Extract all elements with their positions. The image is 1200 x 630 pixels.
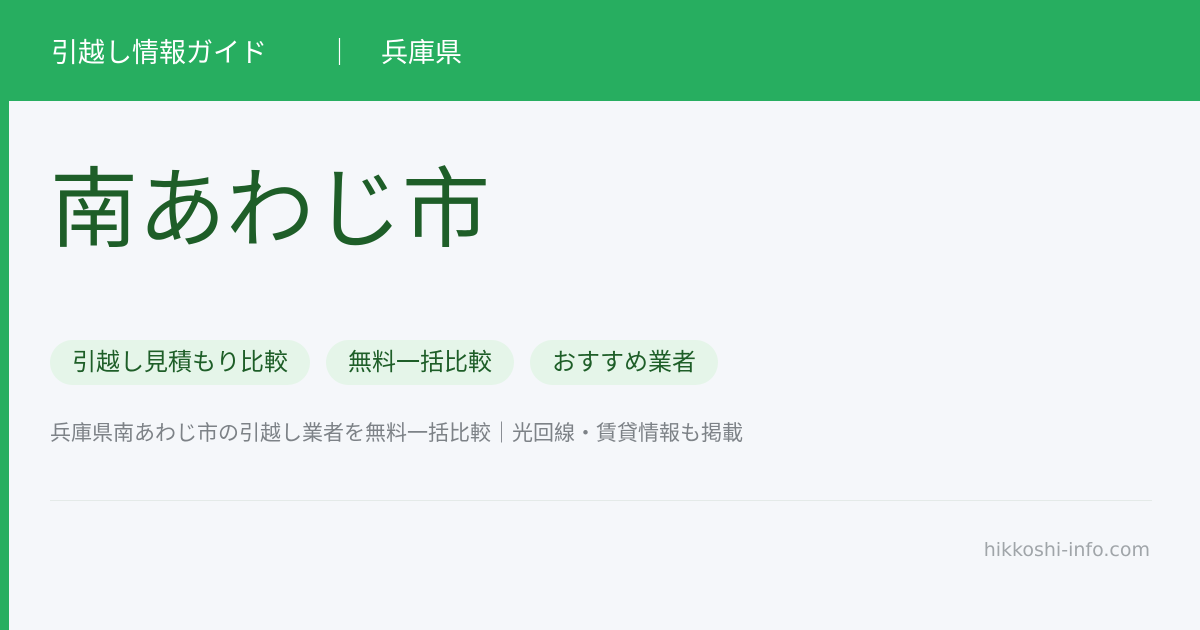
site-name: 引越し情報ガイド bbox=[51, 38, 267, 69]
tag-estimate-compare: 引越し見積もり比較 bbox=[50, 340, 310, 385]
tag-recommended-movers: おすすめ業者 bbox=[530, 340, 718, 385]
tag-free-bulk-compare: 無料一括比較 bbox=[326, 340, 514, 385]
accent-side-bar bbox=[0, 101, 9, 630]
tag-list: 引越し見積もり比較 無料一括比較 おすすめ業者 bbox=[50, 340, 718, 385]
site-domain: hikkoshi-info.com bbox=[983, 539, 1150, 561]
header-bar: 引越し情報ガイド ｜ 兵庫県 bbox=[0, 0, 1200, 101]
page-description: 兵庫県南あわじ市の引越し業者を無料一括比較｜光回線・賃貸情報も掲載 bbox=[50, 421, 743, 445]
city-title: 南あわじ市 bbox=[50, 158, 491, 261]
divider bbox=[50, 500, 1152, 501]
prefecture-label: 兵庫県 bbox=[381, 38, 462, 69]
header-separator: ｜ bbox=[326, 38, 353, 69]
